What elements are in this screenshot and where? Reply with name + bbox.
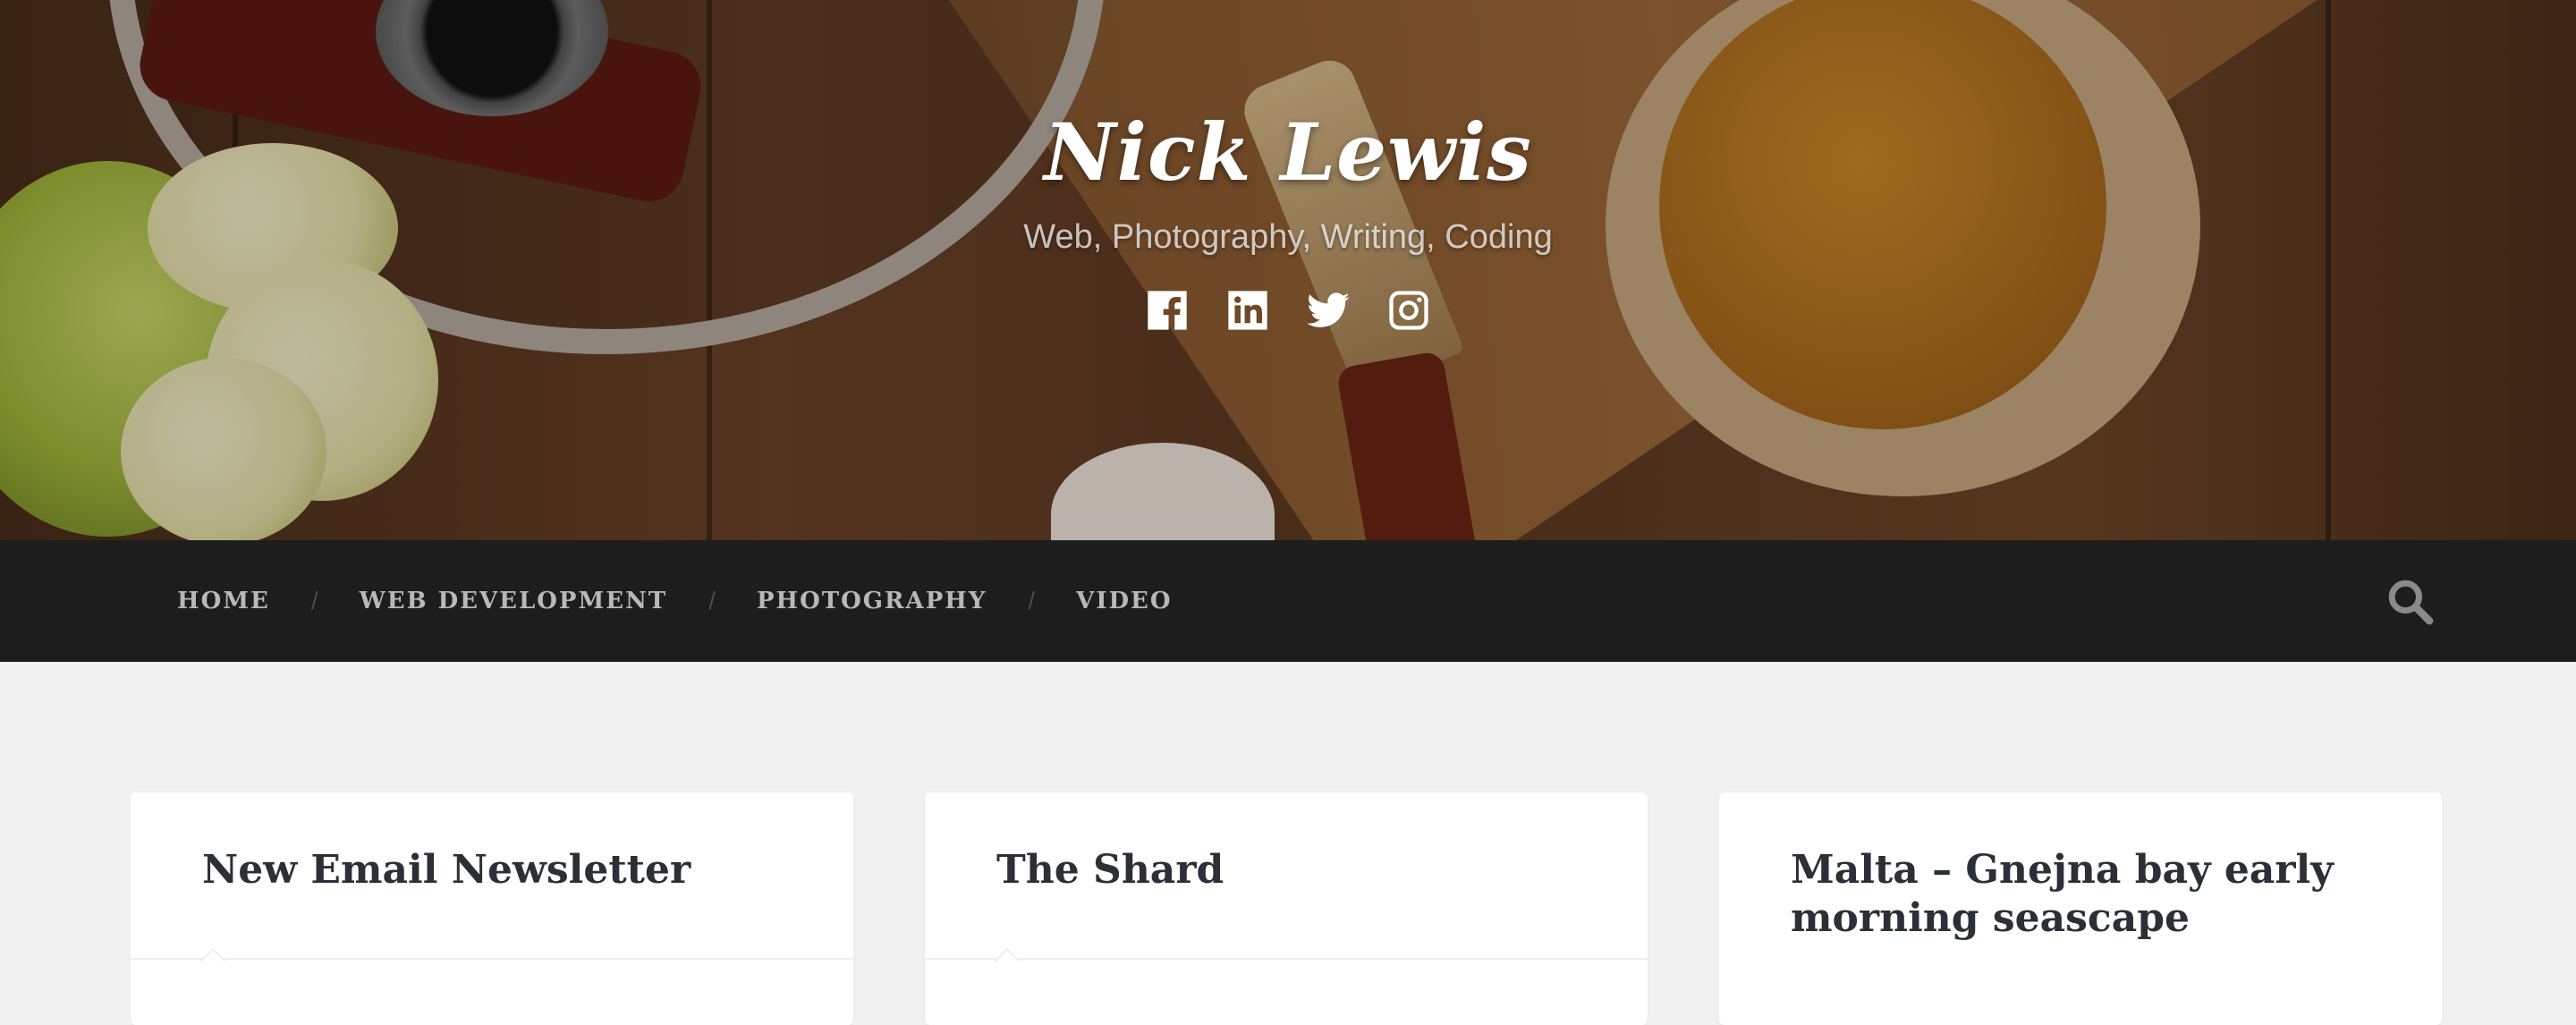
linkedin-icon — [1228, 291, 1267, 330]
post-card: New Email Newsletter — [131, 792, 853, 1025]
post-title[interactable]: The Shard — [996, 846, 1576, 894]
site-branding: Nick Lewis Web, Photography, Writing, Co… — [0, 106, 2576, 334]
site-title[interactable]: Nick Lewis — [1044, 106, 1532, 199]
nav-separator: / — [1028, 587, 1036, 614]
nav-item-photography[interactable]: PHOTOGRAPHY — [757, 588, 987, 614]
post-divider-notch — [994, 947, 1021, 974]
nav-item-video[interactable]: VIDEO — [1076, 588, 1172, 614]
search-toggle-button[interactable] — [2385, 576, 2435, 626]
post-card: The Shard — [925, 792, 1648, 1025]
search-icon — [2388, 580, 2434, 625]
nav-separator: / — [708, 587, 716, 614]
social-links — [0, 287, 2576, 334]
post-title[interactable]: Malta – Gnejna bay early morning seascap… — [1791, 846, 2370, 943]
post-divider — [925, 958, 1648, 960]
twitter-icon — [1307, 292, 1350, 327]
site-header: Nick Lewis Web, Photography, Writing, Co… — [0, 0, 2576, 540]
instagram-link[interactable] — [1385, 287, 1432, 334]
facebook-icon — [1148, 291, 1187, 330]
twitter-link[interactable] — [1305, 287, 1352, 334]
instagram-icon — [1389, 291, 1428, 330]
site-tagline: Web, Photography, Writing, Coding — [1023, 218, 1553, 256]
post-divider — [131, 958, 853, 960]
facebook-link[interactable] — [1144, 287, 1191, 334]
post-divider-notch — [199, 947, 226, 974]
nav-separator: / — [310, 587, 318, 614]
nav-menu: HOME / WEB DEVELOPMENT / PHOTOGRAPHY / V… — [177, 587, 1173, 615]
nav-item-web-development[interactable]: WEB DEVELOPMENT — [360, 588, 668, 614]
nav-item-home[interactable]: HOME — [177, 588, 270, 614]
post-card: Malta – Gnejna bay early morning seascap… — [1719, 792, 2442, 1025]
posts-grid: New Email Newsletter The Shard Malta – G… — [0, 662, 2576, 1025]
linkedin-link[interactable] — [1224, 287, 1271, 334]
post-title[interactable]: New Email Newsletter — [202, 846, 782, 894]
main-navigation: HOME / WEB DEVELOPMENT / PHOTOGRAPHY / V… — [0, 540, 2576, 662]
